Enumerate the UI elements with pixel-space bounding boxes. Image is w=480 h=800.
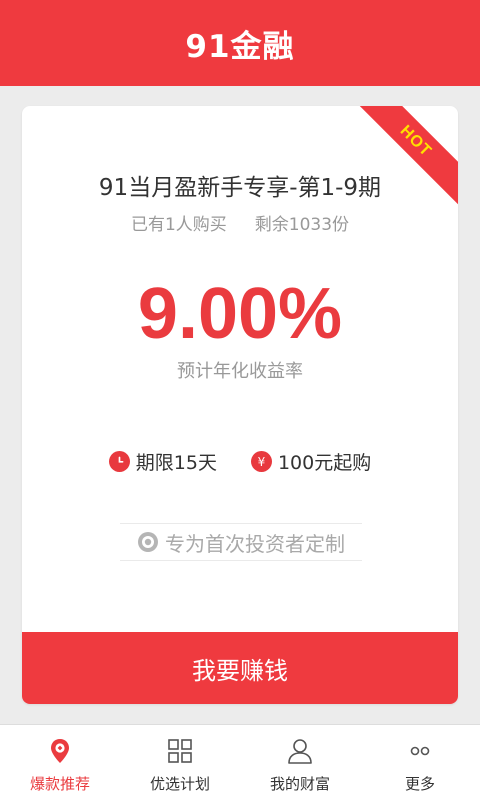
user-icon [288,739,312,764]
target-text: 专为首次投资者定制 [165,531,345,556]
term-feature: 期限15天 [108,448,217,475]
earn-money-label: 我要赚钱 [192,656,288,685]
product-subinfo: 已有1人购买 剩余1033份 [22,210,458,235]
yen-icon: ¥ [250,451,272,472]
annual-rate: 9.00% [137,274,343,354]
more-dots-icon [410,746,430,756]
product-card[interactable]: HOT 91当月盈新手专享-第1-9期 已有1人购买 剩余1033份 9.00% … [22,106,458,704]
remaining-count: 剩余1033份 [254,215,350,235]
bottom-tab-bar: 爆款推荐 优选计划 我的财富 更多 [0,724,480,800]
purchased-count: 已有1人购买 [130,215,227,235]
app-header: 91金融 [0,0,480,86]
app-title: 91金融 [185,28,295,65]
location-pin-icon [51,739,69,763]
hot-badge-label: HOT [396,122,435,161]
product-title: 91当月盈新手专享-第1-9期 [98,175,382,201]
earn-money-button[interactable]: 我要赚钱 [22,632,458,704]
tab-label-premium-plan: 优选计划 [149,775,210,793]
tab-premium-plan[interactable]: 优选计划 [120,725,240,800]
annual-rate-label: 预计年化收益率 [177,361,303,382]
min-amount-label: 100元起购 [277,452,372,474]
tab-label-more: 更多 [404,775,435,793]
min-amount-feature: ¥ 100元起购 [250,448,372,475]
grid-icon [168,739,192,763]
target-icon [138,532,158,552]
tab-label-my-wealth: 我的财富 [269,775,330,793]
term-label: 期限15天 [135,452,217,474]
tab-hot-recommend[interactable]: 爆款推荐 [0,725,120,800]
clock-icon [108,451,130,472]
product-features: 期限15天 ¥ 100元起购 [22,448,458,475]
target-audience: 专为首次投资者定制 [120,523,362,561]
tab-more[interactable]: 更多 [360,725,480,800]
tab-label-hot-recommend: 爆款推荐 [29,775,90,793]
tab-my-wealth[interactable]: 我的财富 [240,725,360,800]
